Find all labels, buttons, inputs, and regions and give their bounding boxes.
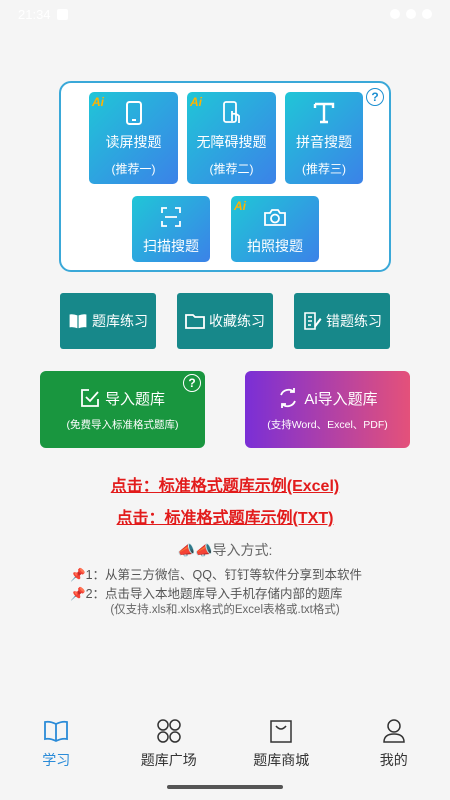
status-time: 21:34 (18, 6, 51, 22)
book-icon (68, 313, 88, 330)
tab-label: 题库广场 (140, 752, 197, 768)
tab-label: 我的 (379, 752, 408, 768)
scan-icon (158, 204, 184, 230)
import-label: 导入题库 (104, 390, 165, 408)
notification-icon (56, 8, 68, 20)
import-method-2: 📌2：点击导入本地题库导入手机存储内部的题库 (70, 583, 343, 602)
practice-label: 题库练习 (92, 313, 148, 329)
ai-badge: Ai (92, 95, 104, 109)
tile-sub: (推荐二) (209, 162, 254, 176)
ai-badge: Ai (190, 95, 202, 109)
tile-label: 拼音搜题 (296, 134, 352, 150)
question-bank-practice-button[interactable]: 题库练习 (60, 293, 156, 349)
import-question-bank-button[interactable]: ? 导入题库 (免费导入标准格式题库) (40, 371, 205, 448)
import-methods-title: 📣📣导入方式: (177, 542, 273, 558)
edit-note-icon (304, 312, 322, 330)
home-indicator[interactable] (167, 785, 283, 789)
text-t-icon (311, 100, 337, 126)
pin-icon: 📌 (70, 587, 86, 601)
import-method-2-text: 2：点击导入本地题库导入手机存储内部的题库 (85, 587, 343, 601)
ai-import-sub: (支持Word、Excel、PDF) (267, 419, 388, 431)
tile-label: 无障碍搜题 (196, 134, 267, 150)
import-help-icon[interactable]: ? (183, 374, 201, 392)
user-icon (381, 718, 407, 744)
import-method-1: 📌1：从第三方微信、QQ、钉钉等软件分享到本软件 (70, 564, 362, 583)
book-open-icon (43, 718, 69, 744)
tile-label: 扫描搜题 (143, 238, 199, 254)
tile-label: 拍照搜题 (247, 238, 303, 254)
signal-icon (406, 9, 416, 19)
practice-label: 错题练习 (326, 313, 382, 329)
favorites-practice-button[interactable]: 收藏练习 (177, 293, 273, 349)
ai-badge: Ai (234, 199, 246, 213)
wifi-icon (390, 9, 400, 19)
txt-example-link[interactable]: 点击：标准格式题库示例(TXT) (0, 504, 450, 528)
excel-example-link[interactable]: 点击：标准格式题库示例(Excel) (0, 472, 450, 496)
tab-question-bank-store[interactable]: 题库商城 (231, 710, 331, 770)
tile-sub: (推荐一) (111, 162, 156, 176)
tab-label: 学习 (42, 752, 71, 768)
import-method-1-text: 1：从第三方微信、QQ、钉钉等软件分享到本软件 (85, 568, 362, 582)
status-bar: 21:34 (0, 0, 450, 28)
practice-label: 收藏练习 (209, 313, 265, 329)
import-format-note: (仅支持.xls和.xlsx格式的Excel表格或.txt格式) (110, 604, 340, 616)
scan-search-button[interactable]: 扫描搜题 (132, 196, 210, 262)
pin-icon: 📌 (70, 568, 86, 582)
touch-phone-icon (219, 100, 245, 126)
search-help-icon[interactable]: ? (366, 88, 384, 106)
shopping-bag-icon (268, 718, 294, 744)
folder-icon (185, 314, 205, 329)
camera-icon (262, 204, 288, 230)
wrong-questions-practice-button[interactable]: 错题练习 (294, 293, 390, 349)
pinyin-search-button[interactable]: 拼音搜题 (推荐三) (285, 92, 363, 184)
bottom-tab-bar: 学习 题库广场 题库商城 我的 (0, 710, 450, 774)
tab-question-bank-square[interactable]: 题库广场 (119, 710, 219, 770)
read-screen-search-button[interactable]: Ai 读屏搜题 (推荐一) (89, 92, 178, 184)
search-panel: ? Ai 读屏搜题 (推荐一) Ai 无障碍搜题 (推荐二) 拼音搜题 (推荐三… (59, 81, 391, 272)
grid-circles-icon (156, 718, 182, 744)
ai-import-label: Ai导入题库 (304, 390, 378, 408)
import-sub: (免费导入标准格式题库) (66, 418, 179, 431)
import-check-icon (81, 389, 99, 407)
tab-label: 题库商城 (253, 752, 310, 768)
ai-import-question-bank-button[interactable]: Ai导入题库 (支持Word、Excel、PDF) (245, 371, 410, 448)
refresh-circle-icon (280, 388, 297, 408)
battery-icon (422, 9, 432, 19)
phone-icon (121, 100, 147, 126)
tile-label: 读屏搜题 (105, 134, 162, 150)
tab-study[interactable]: 学习 (6, 710, 106, 770)
photo-search-button[interactable]: Ai 拍照搜题 (231, 196, 319, 262)
tile-sub: (推荐三) (302, 162, 346, 176)
accessibility-search-button[interactable]: Ai 无障碍搜题 (推荐二) (187, 92, 276, 184)
tab-mine[interactable]: 我的 (344, 710, 444, 770)
